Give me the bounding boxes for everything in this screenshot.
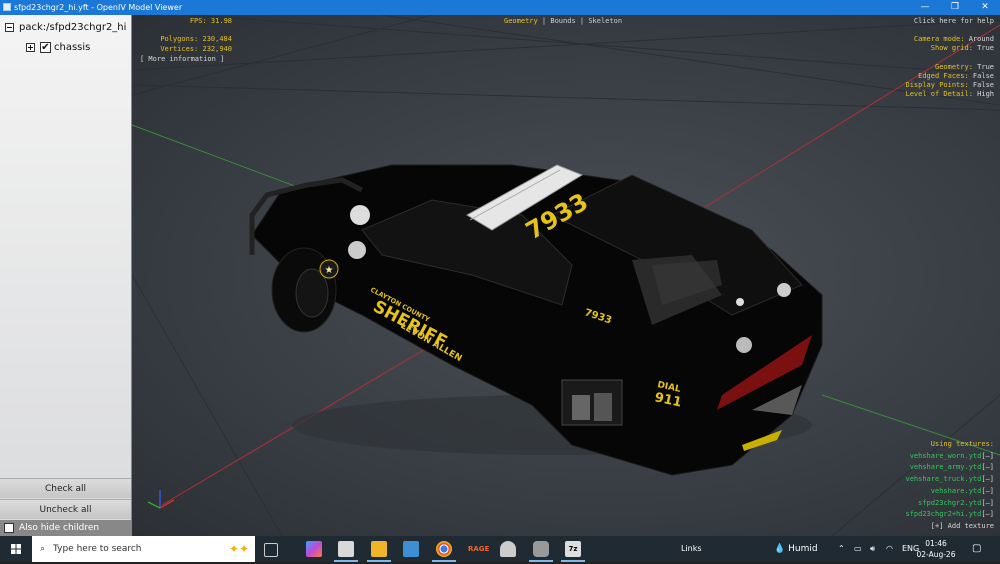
search-icon: ⌕ — [40, 544, 46, 554]
notification-icon[interactable]: ▢ — [972, 536, 981, 562]
close-button[interactable]: ✕ — [970, 0, 1000, 15]
texture-item[interactable]: vehshare.ytd[–] — [905, 486, 994, 498]
display-points-value[interactable]: False — [973, 81, 994, 89]
edged-faces-label: Edged Faces: — [918, 71, 969, 80]
texture-item[interactable]: sfpd23chgr2.ytd[–] — [905, 498, 994, 510]
remove-texture-button[interactable]: [–] — [981, 463, 994, 471]
hide-children-checkbox[interactable] — [4, 523, 14, 533]
texture-item[interactable]: sfpd23chgr2+hi.ytd[–] — [905, 509, 994, 521]
tree-root-node[interactable]: pack:/sfpd23chgr2_hi — [5, 20, 126, 34]
photos-icon[interactable] — [403, 541, 419, 557]
start-button[interactable] — [0, 536, 32, 562]
sparkle-icon: ✦✦ — [228, 542, 249, 556]
vertices-value: 232,940 — [202, 44, 232, 53]
texture-item[interactable]: vehshare_worn.ytd[–] — [905, 451, 994, 463]
remove-texture-button[interactable]: [–] — [981, 452, 994, 460]
texture-item[interactable]: vehshare_army.ytd[–] — [905, 462, 994, 474]
textures-panel: Using textures: vehshare_worn.ytd[–] veh… — [905, 439, 994, 533]
svg-text:★: ★ — [325, 265, 334, 276]
check-all-button[interactable]: Check all — [0, 478, 131, 498]
app-icon — [3, 3, 11, 11]
chevron-up-icon[interactable]: ⌃ — [838, 536, 845, 562]
7zip-icon[interactable]: 7z — [561, 541, 585, 562]
hide-children-label: Also hide children — [19, 523, 100, 533]
camera-mode-label: Camera mode: — [913, 35, 965, 43]
edged-faces-value[interactable]: False — [973, 72, 994, 80]
textures-heading: Using textures: — [930, 440, 994, 448]
app-icon-mascot[interactable] — [529, 541, 553, 562]
remove-texture-button[interactable]: [–] — [981, 510, 994, 518]
search-placeholder: Type here to search — [53, 544, 142, 554]
taskbar: ⌕ Type here to search ✦✦ RAGE 7z Links 💧… — [0, 536, 1000, 562]
axis-gizmo-icon — [147, 490, 175, 509]
remove-texture-button[interactable]: [–] — [981, 475, 994, 483]
expand-icon[interactable] — [26, 42, 35, 52]
camera-mode-value[interactable]: Around — [969, 35, 994, 43]
battery-icon[interactable]: ▭ — [854, 536, 862, 562]
tree-node-chassis[interactable]: ✔ chassis — [26, 40, 90, 54]
volume-icon[interactable]: 🔊︎ — [870, 536, 875, 562]
weather-widget[interactable]: 💧 Humid — [774, 536, 818, 562]
texture-item[interactable]: vehshare_truck.ytd[–] — [905, 474, 994, 486]
help-link[interactable]: Click here for help — [914, 17, 994, 25]
copilot-icon[interactable] — [306, 541, 322, 557]
chrome-icon[interactable] — [432, 541, 456, 562]
show-grid-value[interactable]: True — [977, 44, 994, 52]
add-texture-button[interactable]: [+] Add texture — [905, 521, 994, 533]
window-title: sfpd23chgr2_hi.yft - OpenIV Model Viewer — [14, 3, 183, 12]
tree-node-label: chassis — [54, 41, 91, 53]
windows-icon — [11, 544, 21, 554]
display-points-label: Display Points: — [905, 81, 969, 90]
clock[interactable]: 01:46 02-Aug-26 — [916, 538, 956, 560]
fps-value: 31.98 — [210, 17, 232, 25]
tab-geometry[interactable]: Geometry — [504, 17, 538, 25]
clock-time: 01:46 — [925, 539, 947, 548]
maximize-button[interactable]: ❐ — [940, 0, 970, 15]
lod-value[interactable]: High — [977, 90, 994, 98]
model-tree-panel: pack:/sfpd23chgr2_hi ✔ chassis Check all… — [0, 15, 132, 536]
chassis-checkbox[interactable]: ✔ — [40, 41, 51, 53]
stats-panel: FPS: 31.98 Polygons: 230,484 Vertices: 2… — [152, 17, 232, 54]
fps-label: FPS: — [189, 17, 207, 25]
wifi-icon[interactable]: ◠ — [886, 536, 893, 562]
links-toolbar[interactable]: Links — [681, 536, 702, 562]
clock-date: 02-Aug-26 — [916, 550, 956, 559]
task-view-icon[interactable] — [264, 543, 278, 557]
more-information-link[interactable]: [ More information ] — [140, 55, 224, 63]
show-grid-label: Show grid: — [930, 44, 973, 53]
polygons-value: 230,484 — [202, 35, 232, 44]
remove-texture-button[interactable]: [–] — [981, 499, 994, 507]
remove-texture-button[interactable]: [–] — [981, 487, 994, 495]
lod-label: Level of Detail: — [905, 90, 973, 99]
taskbar-search[interactable]: ⌕ Type here to search ✦✦ — [32, 536, 255, 562]
weather-label: Humid — [788, 544, 818, 554]
car-model: ★ 7933 CLAYTON COUNTY SHERIFF LEVON ALLE… — [249, 164, 823, 476]
geometry-value[interactable]: True — [977, 63, 994, 71]
polygons-label: Polygons: — [160, 35, 199, 44]
title-bar: sfpd23chgr2_hi.yft - OpenIV Model Viewer… — [0, 0, 1000, 15]
app-icon-ship[interactable] — [500, 541, 516, 557]
collapse-icon[interactable] — [5, 22, 14, 32]
render-mode-tabs: Geometry | Bounds | Skeleton — [504, 17, 623, 25]
settings-panel: Camera mode: Around Show grid: True Geom… — [905, 35, 994, 99]
hide-children-toggle[interactable]: Also hide children — [0, 520, 131, 536]
scene-render: ★ 7933 CLAYTON COUNTY SHERIFF LEVON ALLE… — [132, 15, 1000, 536]
openiv-icon[interactable] — [334, 541, 358, 562]
geometry-label: Geometry: — [934, 62, 973, 71]
tab-skeleton[interactable]: Skeleton — [588, 17, 622, 25]
vertices-label: Vertices: — [160, 44, 199, 53]
file-explorer-icon[interactable] — [367, 541, 391, 562]
tab-bounds[interactable]: Bounds — [550, 17, 575, 25]
model-viewport[interactable]: ★ 7933 CLAYTON COUNTY SHERIFF LEVON ALLE… — [132, 15, 1000, 536]
minimize-button[interactable]: — — [910, 0, 940, 15]
uncheck-all-button[interactable]: Uncheck all — [0, 499, 131, 519]
droplet-icon: 💧 — [774, 544, 786, 554]
tree-root-label: pack:/sfpd23chgr2_hi — [19, 21, 127, 33]
rage-icon[interactable]: RAGE — [468, 541, 489, 557]
